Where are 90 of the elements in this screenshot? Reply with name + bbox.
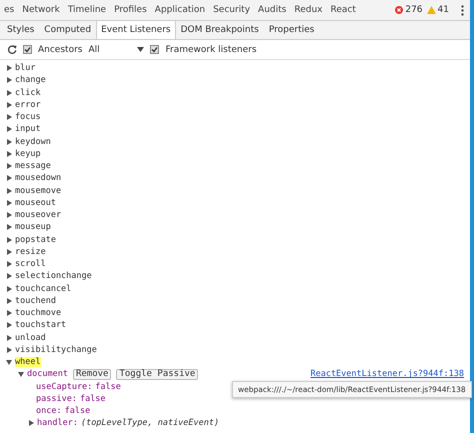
dropdown-caret-icon[interactable]: [137, 47, 144, 52]
event-name[interactable]: input: [15, 124, 41, 134]
event-name[interactable]: mouseup: [15, 222, 51, 232]
collapsed-triangle-icon[interactable]: [6, 236, 12, 243]
sidebar-tab[interactable]: DOM Breakpoints: [176, 21, 264, 39]
collapsed-triangle-icon[interactable]: [6, 248, 12, 255]
warning-count: 41: [438, 5, 449, 15]
error-icon: [395, 6, 404, 14]
collapsed-triangle-icon[interactable]: [6, 346, 12, 353]
event-name[interactable]: touchmove: [15, 308, 62, 318]
collapsed-triangle-icon[interactable]: [6, 261, 12, 268]
property-key: passive:: [36, 394, 77, 404]
property-key: useCapture:: [36, 382, 92, 392]
event-name[interactable]: touchstart: [15, 320, 66, 330]
property-value: false: [95, 382, 121, 392]
event-name[interactable]: click: [15, 88, 41, 98]
source-link[interactable]: ReactEventListener.js?944f:138: [310, 369, 464, 380]
panel-tab[interactable]: Timeline: [64, 5, 110, 15]
error-count: 276: [405, 5, 423, 15]
sidebar-tab[interactable]: Styles: [2, 21, 40, 39]
event-name[interactable]: touchend: [15, 296, 56, 306]
collapsed-triangle-icon[interactable]: [6, 77, 12, 84]
panel-tab[interactable]: Network: [18, 5, 64, 15]
collapsed-triangle-icon[interactable]: [6, 310, 12, 316]
collapsed-triangle-icon[interactable]: [6, 138, 12, 145]
panel-tab[interactable]: Security: [209, 5, 254, 15]
collapsed-triangle-icon[interactable]: [6, 90, 12, 96]
event-name[interactable]: mousedown: [15, 173, 62, 184]
event-name[interactable]: keyup: [15, 148, 41, 159]
expanded-triangle-icon[interactable]: [6, 359, 12, 366]
framework-listeners-label: Framework listeners: [165, 44, 257, 54]
collapsed-triangle-icon[interactable]: [6, 212, 12, 218]
event-name[interactable]: mousemove: [15, 186, 62, 196]
listener-target: document: [27, 369, 68, 380]
sidebar-tab[interactable]: Properties: [264, 21, 320, 39]
collapsed-triangle-icon[interactable]: [6, 188, 12, 194]
collapsed-triangle-icon[interactable]: [6, 286, 12, 292]
expanded-triangle-icon[interactable]: [18, 371, 24, 378]
collapsed-triangle-icon[interactable]: [6, 65, 12, 72]
listener-button[interactable]: Remove: [72, 368, 112, 380]
property-value: (topLevelType, nativeEvent): [80, 418, 220, 428]
collapsed-triangle-icon[interactable]: [6, 126, 12, 132]
collapsed-triangle-icon[interactable]: [6, 200, 12, 206]
collapsed-triangle-icon[interactable]: [6, 150, 12, 157]
event-name[interactable]: blur: [15, 63, 36, 74]
collapsed-triangle-icon[interactable]: [6, 163, 12, 170]
framework-listeners-checkbox[interactable]: [150, 45, 160, 54]
collapsed-triangle-icon[interactable]: [6, 298, 12, 304]
event-name[interactable]: resize: [15, 246, 46, 257]
event-name[interactable]: selectionchange: [15, 271, 92, 282]
listener-button[interactable]: Toggle Passive: [116, 368, 198, 380]
more-menu-icon[interactable]: [461, 4, 464, 16]
collapsed-triangle-icon[interactable]: [6, 114, 12, 120]
event-name[interactable]: keydown: [15, 136, 51, 147]
ancestors-checkbox[interactable]: [23, 45, 32, 54]
property-value: false: [64, 406, 90, 416]
panel-tab[interactable]: Application: [150, 5, 210, 15]
panel-tab[interactable]: Audits: [254, 5, 290, 15]
collapsed-triangle-icon[interactable]: [6, 224, 12, 230]
collapsed-triangle-icon[interactable]: [6, 102, 12, 108]
event-name[interactable]: mouseover: [15, 210, 62, 220]
sidebar-tab[interactable]: Event Listeners: [96, 21, 176, 39]
panel-tab[interactable]: React: [326, 5, 360, 15]
sidebar-tab[interactable]: Computed: [39, 21, 96, 39]
event-name[interactable]: scroll: [15, 259, 46, 270]
collapsed-triangle-icon[interactable]: [6, 334, 12, 341]
panel-tab[interactable]: Redux: [290, 5, 326, 15]
collapsed-triangle-icon[interactable]: [6, 322, 12, 328]
event-name[interactable]: focus: [15, 112, 41, 122]
refresh-icon[interactable]: [8, 45, 17, 54]
filter-dropdown[interactable]: All: [88, 44, 100, 54]
event-name[interactable]: touchcancel: [15, 284, 72, 294]
warning-icon: [426, 6, 436, 14]
event-name[interactable]: mouseout: [15, 198, 56, 208]
collapsed-triangle-icon[interactable]: [6, 175, 12, 182]
panel-tab[interactable]: es: [0, 5, 18, 15]
event-name[interactable]: popstate: [15, 234, 56, 245]
collapsed-triangle-icon[interactable]: [28, 420, 34, 426]
property-value: false: [80, 394, 106, 404]
collapsed-triangle-icon[interactable]: [6, 273, 12, 280]
event-name[interactable]: change: [15, 75, 46, 86]
panel-tab[interactable]: Profiles: [110, 5, 151, 15]
ancestors-label: Ancestors: [38, 44, 82, 54]
event-name[interactable]: unload: [15, 332, 46, 343]
event-name[interactable]: message: [15, 161, 51, 172]
property-key: once:: [36, 406, 62, 416]
event-name[interactable]: visibilitychange: [15, 344, 97, 355]
event-name[interactable]: wheel: [15, 357, 41, 368]
event-name[interactable]: error: [15, 100, 41, 110]
property-key: handler:: [37, 418, 78, 428]
